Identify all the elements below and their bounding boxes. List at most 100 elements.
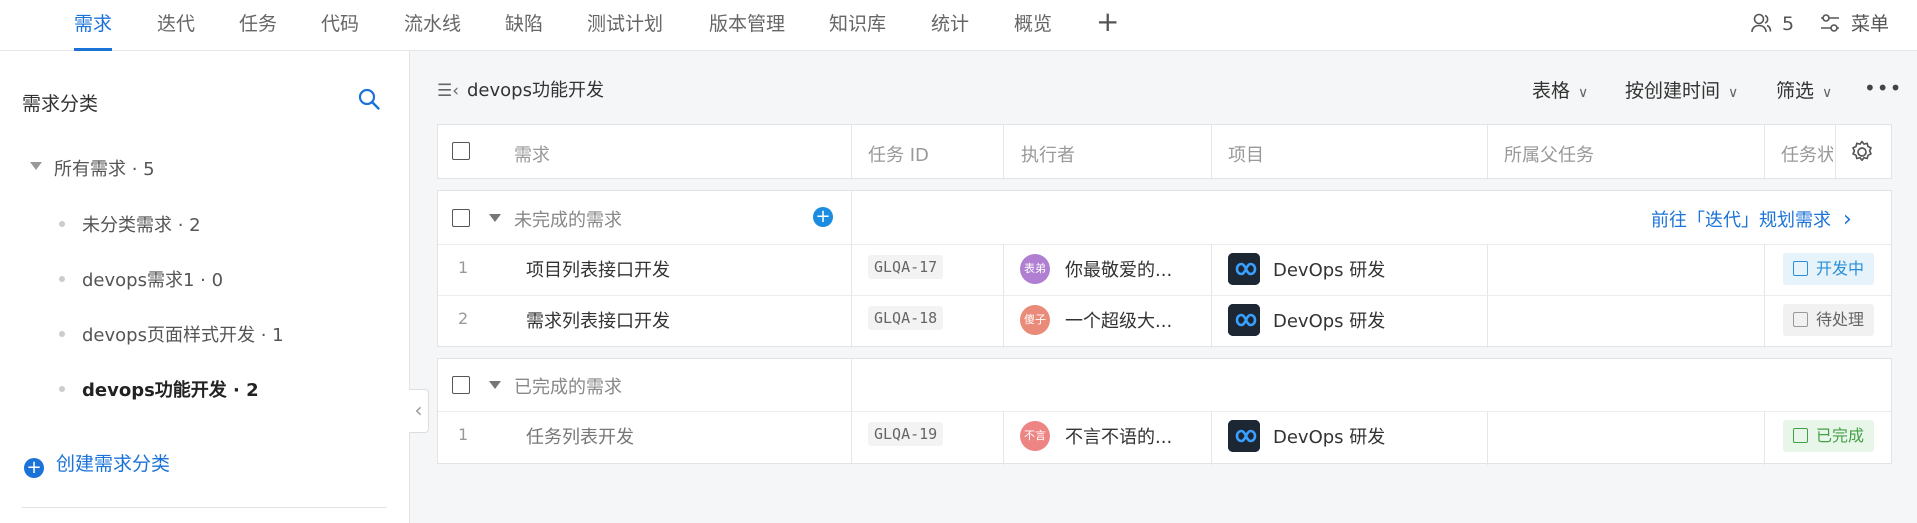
status-label: 待处理 <box>1816 310 1865 329</box>
toggle-sidebar-icon[interactable]: ☰‹ <box>437 81 459 101</box>
executor-name[interactable]: 一个超级大... <box>1065 307 1172 333</box>
project-name[interactable]: DevOps 研发 <box>1273 307 1385 333</box>
view-mode-dropdown[interactable]: 表格 ∨ <box>1532 76 1588 103</box>
tab-version-management[interactable]: 版本管理 <box>709 0 785 51</box>
tab-test-plan[interactable]: 测试计划 <box>587 0 663 51</box>
executor-name[interactable]: 不言不语的... <box>1065 423 1172 449</box>
plus-circle-icon: + <box>24 458 44 478</box>
member-count: 5 <box>1782 13 1795 35</box>
search-icon[interactable] <box>357 87 381 111</box>
status-checkbox-icon <box>1793 261 1808 276</box>
column-divider <box>1211 244 1212 348</box>
group-select-checkbox[interactable] <box>452 209 470 227</box>
requirement-title[interactable]: 任务列表开发 <box>526 423 634 449</box>
filter-dropdown[interactable]: 筛选 ∨ <box>1776 76 1832 103</box>
task-id: GLQA-18 <box>868 306 944 330</box>
chevron-down-icon: ∨ <box>1578 85 1589 101</box>
filter-label: 筛选 <box>1776 80 1815 102</box>
tree-collapse-caret-icon[interactable] <box>30 162 42 170</box>
breadcrumb: ☰‹ devops功能开发 <box>437 76 604 102</box>
add-requirement-icon[interactable]: + <box>813 207 833 227</box>
sidebar-item-devops-page-style[interactable]: devops页面样式开发 · 1 <box>82 321 284 347</box>
sidebar-item-devops-feature[interactable]: devops功能开发 · 2 <box>82 376 259 402</box>
column-divider <box>1764 411 1765 465</box>
status-badge[interactable]: 已完成 <box>1783 420 1875 452</box>
plan-in-iteration-link[interactable]: 前往「迭代」规划需求 › <box>1651 206 1852 232</box>
status-checkbox-icon <box>1793 312 1808 327</box>
row-divider <box>438 244 1891 245</box>
create-category-label: 创建需求分类 <box>56 453 171 475</box>
status-check-icon <box>1793 428 1808 443</box>
add-tab-icon[interactable]: + <box>1096 8 1119 36</box>
tab-pipeline[interactable]: 流水线 <box>404 0 461 51</box>
menu-button[interactable]: 菜单 <box>1819 0 1889 51</box>
group-incomplete: 未完成的需求 + 前往「迭代」规划需求 › 1 项目列表接口开发 GLQA-17 … <box>437 190 1892 348</box>
avatar: 不言 <box>1020 421 1050 451</box>
column-divider <box>1835 125 1836 178</box>
menu-sliders-icon <box>1821 14 1839 32</box>
column-divider <box>1003 411 1004 465</box>
tab-statistics[interactable]: 统计 <box>931 0 969 51</box>
sidebar-item-uncategorized[interactable]: 未分类需求 · 2 <box>82 211 201 237</box>
column-divider <box>1211 125 1212 178</box>
column-header-project[interactable]: 项目 <box>1228 141 1264 167</box>
menu-label: 菜单 <box>1851 13 1890 35</box>
task-id-cell: GLQA-18 <box>868 306 944 330</box>
divider <box>22 507 387 508</box>
row-divider <box>438 295 1891 296</box>
tab-tasks[interactable]: 任务 <box>239 0 277 51</box>
row-number: 1 <box>458 258 469 277</box>
executor-name[interactable]: 你最敬爱的... <box>1065 256 1172 282</box>
requirement-title[interactable]: 需求列表接口开发 <box>526 307 670 333</box>
sidebar-collapse-handle[interactable]: ‹ <box>409 389 429 433</box>
category-sidebar: 需求分类 所有需求 · 5 未分类需求 · 2 devops需求1 · 0 de… <box>0 51 410 523</box>
column-divider <box>1764 125 1765 178</box>
sort-dropdown[interactable]: 按创建时间 ∨ <box>1625 76 1738 103</box>
bullet-icon <box>59 276 65 282</box>
view-mode-label: 表格 <box>1532 80 1571 102</box>
plan-link-label: 前往「迭代」规划需求 <box>1651 210 1831 231</box>
tab-code[interactable]: 代码 <box>321 0 359 51</box>
create-category-button[interactable]: + 创建需求分类 <box>24 449 170 478</box>
select-all-checkbox[interactable] <box>452 142 470 160</box>
project-name[interactable]: DevOps 研发 <box>1273 423 1385 449</box>
top-nav: 需求 迭代 任务 代码 流水线 缺陷 测试计划 版本管理 知识库 统计 概览 +… <box>0 0 1917 51</box>
project-name[interactable]: DevOps 研发 <box>1273 256 1385 282</box>
tab-defects[interactable]: 缺陷 <box>505 0 543 51</box>
breadcrumb-title: devops功能开发 <box>467 80 604 101</box>
group-collapse-caret-icon[interactable] <box>489 381 501 389</box>
column-divider <box>1003 244 1004 348</box>
column-divider <box>851 125 852 178</box>
sidebar-title: 需求分类 <box>22 93 99 115</box>
row-number: 2 <box>458 309 469 328</box>
requirement-title[interactable]: 项目列表接口开发 <box>526 256 670 282</box>
sidebar-item-devops-req1[interactable]: devops需求1 · 0 <box>82 266 223 292</box>
column-header-requirement[interactable]: 需求 <box>514 141 550 167</box>
task-id: GLQA-17 <box>868 255 944 279</box>
tab-overview[interactable]: 概览 <box>1014 0 1052 51</box>
task-id-cell: GLQA-19 <box>868 422 944 446</box>
column-divider <box>1003 125 1004 178</box>
column-divider <box>1487 411 1488 465</box>
column-divider <box>1487 244 1488 348</box>
tab-iterations[interactable]: 迭代 <box>157 0 195 51</box>
tab-requirements[interactable]: 需求 <box>74 0 113 51</box>
status-label: 开发中 <box>1816 259 1865 278</box>
column-header-parent-task[interactable]: 所属父任务 <box>1504 141 1594 167</box>
tree-root-all[interactable]: 所有需求 · 5 <box>54 155 155 181</box>
tab-knowledge-base[interactable]: 知识库 <box>829 0 886 51</box>
column-header-executor[interactable]: 执行者 <box>1021 141 1075 167</box>
status-badge[interactable]: 开发中 <box>1783 253 1875 285</box>
row-number: 1 <box>458 425 469 444</box>
column-divider <box>851 244 852 348</box>
task-id-cell: GLQA-17 <box>868 255 944 279</box>
column-header-task-status[interactable]: 任务状 <box>1781 141 1833 167</box>
gear-icon[interactable] <box>1848 138 1876 166</box>
group-collapse-caret-icon[interactable] <box>489 214 501 222</box>
column-header-task-id[interactable]: 任务 ID <box>868 141 929 167</box>
members-button[interactable]: 5 <box>1750 0 1794 51</box>
group-select-checkbox[interactable] <box>452 376 470 394</box>
more-options-icon[interactable]: ••• <box>1864 76 1902 100</box>
chevron-down-icon: ∨ <box>1728 85 1739 101</box>
status-badge[interactable]: 待处理 <box>1783 304 1875 336</box>
